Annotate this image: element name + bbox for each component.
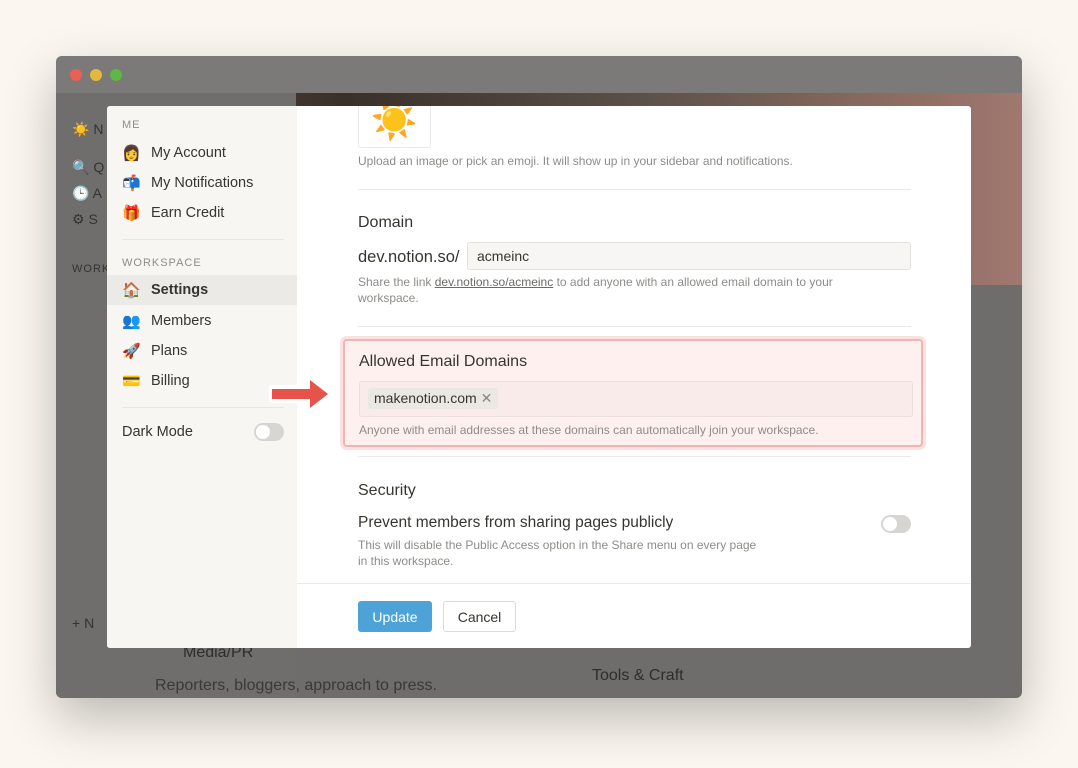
workspace-icon-picker[interactable]: ☀️ — [358, 106, 431, 148]
sidebar-item-members[interactable]: 👥 Members — [107, 306, 297, 336]
prevent-sharing-help: This will disable the Public Access opti… — [358, 538, 757, 568]
sidebar-item-label: My Notifications — [151, 175, 254, 191]
domain-chip: makenotion.com ✕ — [368, 388, 499, 409]
sidebar-item-plans[interactable]: 🚀 Plans — [107, 336, 297, 366]
domain-title: Domain — [358, 214, 414, 231]
sidebar-item-label: Settings — [151, 282, 209, 298]
icon-help-text: Upload an image or pick an emoji. It wil… — [358, 154, 793, 168]
mailbox-icon: 📬 — [122, 175, 141, 192]
account-icon: 👩 — [122, 145, 141, 162]
domain-help-text: Share the link dev.notion.so/acmeinc to … — [358, 275, 833, 305]
members-icon: 👥 — [122, 313, 141, 330]
dark-mode-toggle[interactable] — [254, 423, 284, 441]
cancel-button[interactable]: Cancel — [443, 601, 516, 632]
bg-workspace-label: WORK — [72, 263, 111, 275]
bg-new-page: + N — [72, 615, 95, 631]
rocket-icon: 🚀 — [122, 343, 141, 360]
allowed-domains-input[interactable]: makenotion.com ✕ — [359, 381, 913, 417]
domain-input[interactable]: acmeinc — [467, 242, 911, 270]
house-icon: 🏠 — [122, 282, 141, 299]
dark-mode-label: Dark Mode — [122, 424, 193, 440]
divider — [122, 407, 284, 408]
settings-modal: ME 👩 My Account 📬 My Notifications 🎁 Earn C… — [107, 106, 971, 648]
sidebar-item-my-account[interactable]: 👩 My Account — [107, 138, 297, 168]
sidebar-item-label: My Account — [151, 145, 226, 161]
bg-workspace-name: ☀️ N — [72, 121, 104, 137]
divider — [358, 326, 911, 327]
arrow-right-icon — [269, 375, 333, 413]
bg-all-updates: 🕒 A — [72, 185, 102, 201]
allowed-domains-help: Anyone with email addresses at these dom… — [359, 423, 819, 437]
sidebar-item-label: Plans — [151, 343, 188, 359]
bg-quick-find: 🔍 Q — [72, 159, 105, 175]
minimize-window-button[interactable] — [90, 69, 102, 81]
allowed-email-domains-section: Allowed Email Domains makenotion.com ✕ A… — [343, 339, 923, 447]
sidebar-item-label: Billing — [151, 373, 190, 389]
bg-media-desc: Reporters, bloggers, approach to press. — [155, 677, 437, 694]
prevent-sharing-toggle[interactable] — [881, 515, 911, 533]
domain-link[interactable]: dev.notion.so/acmeinc — [435, 275, 554, 289]
prevent-sharing-label: Prevent members from sharing pages publi… — [358, 514, 674, 531]
sidebar-item-settings[interactable]: 🏠 Settings — [107, 275, 297, 305]
sidebar-item-label: Members — [151, 313, 212, 329]
divider — [358, 456, 911, 457]
remove-chip-icon[interactable]: ✕ — [481, 390, 493, 406]
bg-tools-title: Tools & Craft — [592, 667, 684, 684]
divider — [358, 189, 911, 190]
bg-settings: ⚙ S — [72, 211, 98, 227]
title-bar — [56, 56, 1022, 93]
footer-divider — [297, 583, 971, 584]
sidebar-item-earn-credit[interactable]: 🎁 Earn Credit — [107, 198, 297, 228]
divider — [122, 239, 284, 240]
workspace-section-label: WORKSPACE — [122, 257, 202, 269]
credit-card-icon: 💳 — [122, 373, 141, 390]
me-section-label: ME — [122, 119, 141, 131]
domain-prefix: dev.notion.so/ — [358, 248, 460, 266]
sidebar-item-my-notifications[interactable]: 📬 My Notifications — [107, 168, 297, 198]
gift-icon: 🎁 — [122, 205, 141, 222]
sidebar-item-label: Earn Credit — [151, 205, 225, 221]
close-window-button[interactable] — [70, 69, 82, 81]
update-button[interactable]: Update — [358, 601, 432, 632]
maximize-window-button[interactable] — [110, 69, 122, 81]
allowed-domains-title: Allowed Email Domains — [359, 353, 528, 370]
security-title: Security — [358, 482, 416, 499]
